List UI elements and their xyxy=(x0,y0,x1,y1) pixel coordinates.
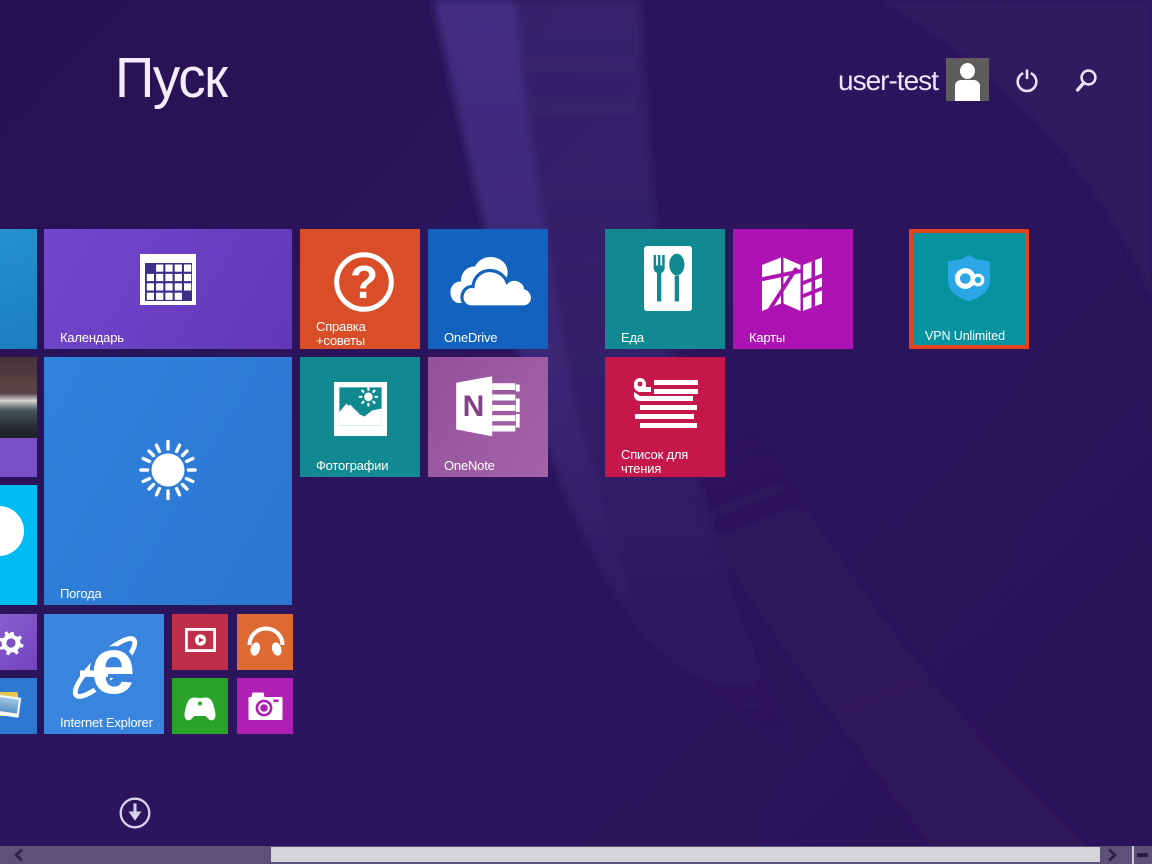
svg-text:N: N xyxy=(463,390,485,423)
svg-text:e: e xyxy=(91,626,136,710)
svg-text:?: ? xyxy=(350,256,378,308)
